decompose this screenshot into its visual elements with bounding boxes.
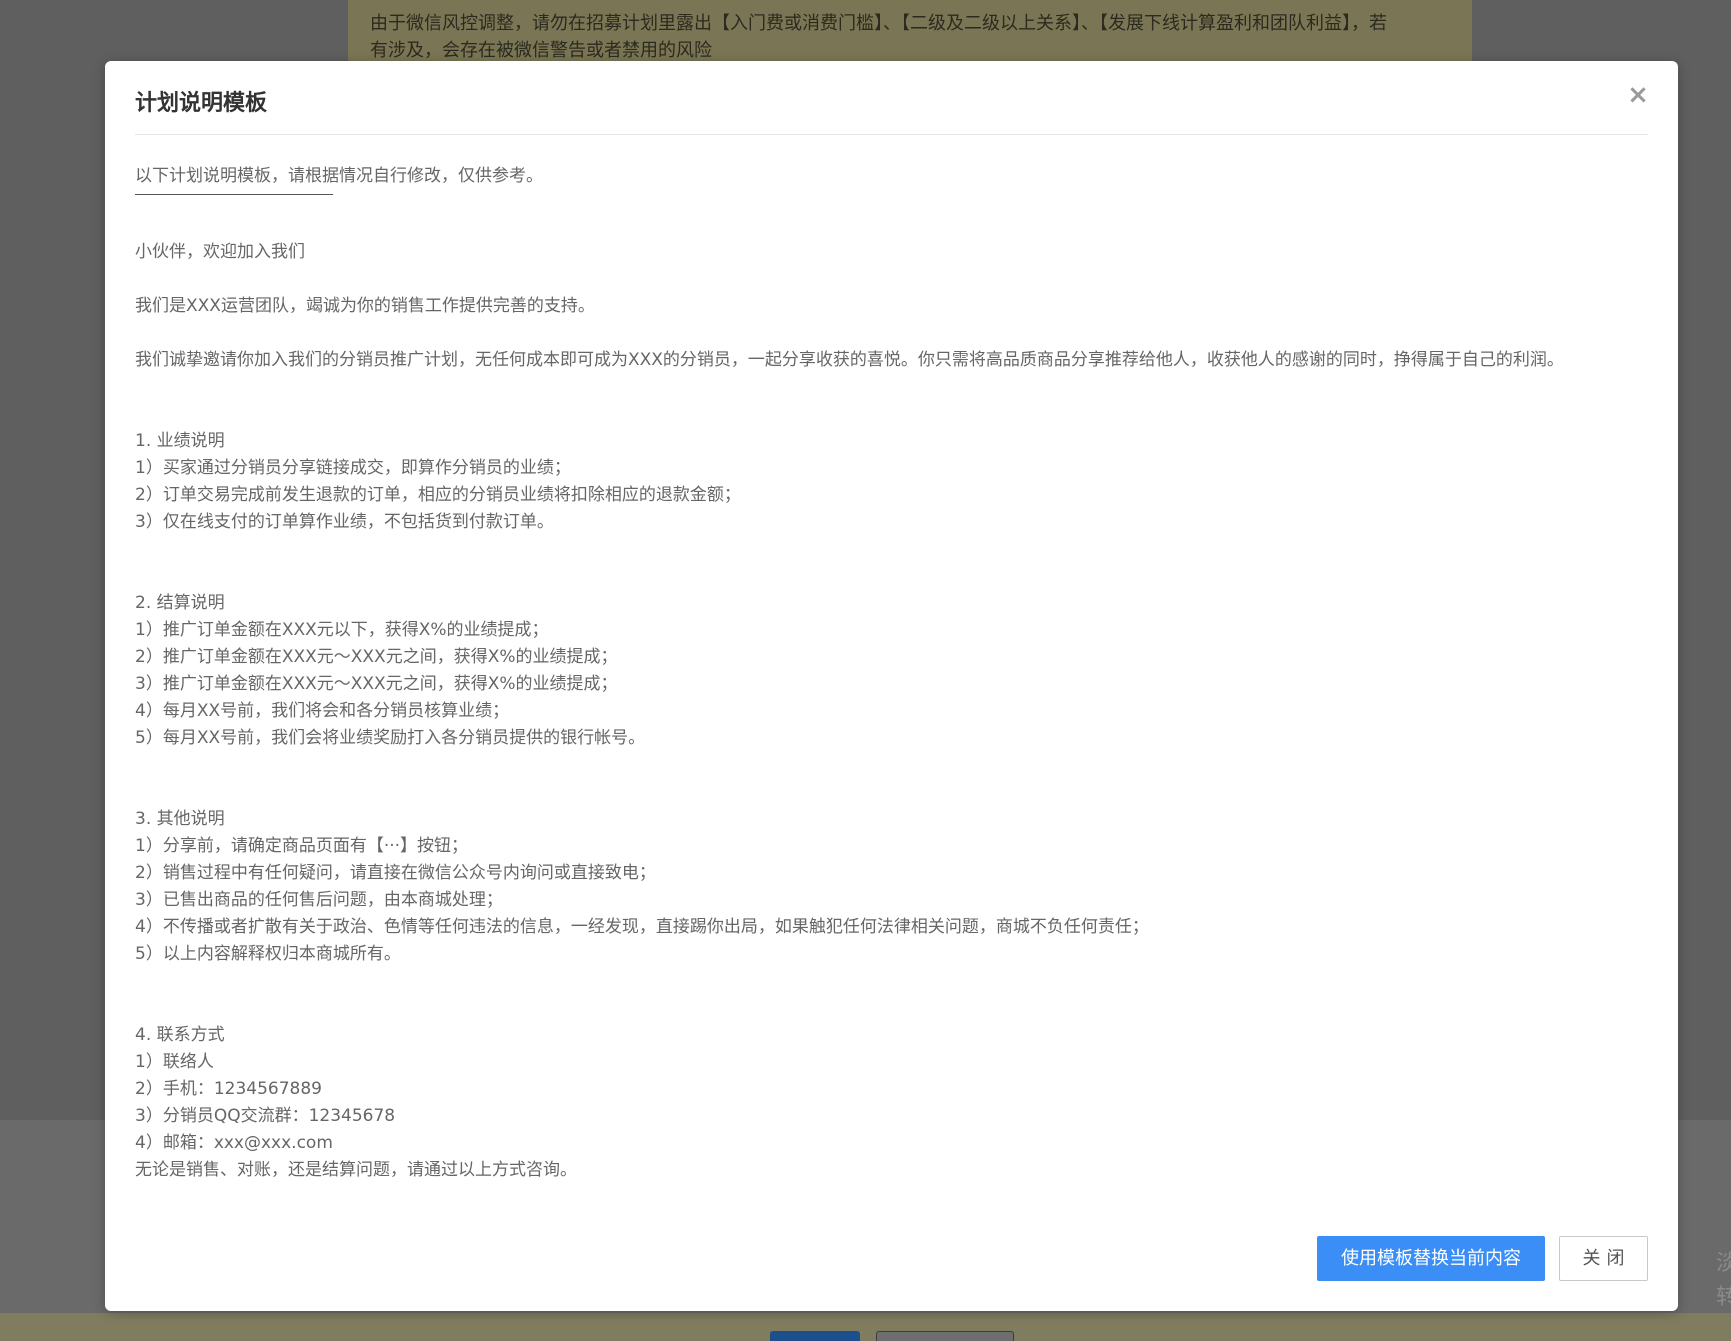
modal-title: 计划说明模板	[135, 91, 268, 116]
list-item: 4）邮箱：xxx@xxx.com	[135, 1133, 333, 1153]
background-warning-notice: 由于微信风控调整，请勿在招募计划里露出【入门费或消费门槛】、【二级及二级以上关系…	[348, 0, 1472, 70]
section-performance: 1. 业绩说明 1）买家通过分销员分享链接成交，即算作分销员的业绩； 2）订单交…	[135, 428, 1650, 536]
list-item: 2）手机：1234567889	[135, 1079, 322, 1099]
section-heading: 1. 业绩说明	[135, 431, 225, 451]
section-heading: 3. 其他说明	[135, 809, 225, 829]
list-item: 5）每月XX号前，我们会将业绩奖励打入各分销员提供的银行帐号。	[135, 728, 646, 748]
background-secondary-button	[876, 1331, 1014, 1341]
close-button[interactable]: 关闭	[1559, 1236, 1648, 1281]
section-heading: 2. 结算说明	[135, 593, 225, 613]
list-item: 1）推广订单金额在XXX元以下，获得X%的业绩提成；	[135, 620, 549, 640]
close-icon[interactable]: ×	[1626, 81, 1650, 109]
background-side-text: 淡 转	[1716, 1247, 1731, 1315]
list-item: 4）不传播或者扩散有关于政治、色情等任何违法的信息，一经发现，直接踢你出局，如果…	[135, 917, 1149, 937]
list-item: 1）分享前，请确定商品页面有【···】按钮；	[135, 836, 469, 856]
list-item: 2）销售过程中有任何疑问，请直接在微信公众号内询问或直接致电；	[135, 863, 656, 883]
background-side-char-2: 转	[1716, 1285, 1731, 1310]
modal-body: 以下计划说明模板，请根据情况自行修改，仅供参考。 小伙伴，欢迎加入我们 我们是X…	[135, 163, 1650, 1184]
list-item: 3）推广订单金额在XXX元～XXX元之间，获得X%的业绩提成；	[135, 674, 618, 694]
section-heading: 4. 联系方式	[135, 1025, 225, 1045]
background-notice-line-1: 由于微信风控调整，请勿在招募计划里露出【入门费或消费门槛】、【二级及二级以上关系…	[370, 13, 1387, 34]
background-side-char-1: 淡	[1716, 1251, 1731, 1276]
list-item: 5）以上内容解释权归本商城所有。	[135, 944, 401, 964]
background-notice-line-2: 有涉及，会存在被微信警告或者禁用的风险	[370, 40, 712, 61]
background-footer-strip	[0, 1313, 1731, 1341]
list-item: 无论是销售、对账，还是结算问题，请通过以上方式咨询。	[135, 1160, 577, 1180]
list-item: 3）已售出商品的任何售后问题，由本商城处理；	[135, 890, 503, 910]
section-settlement: 2. 结算说明 1）推广订单金额在XXX元以下，获得X%的业绩提成； 2）推广订…	[135, 590, 1650, 752]
list-item: 3）仅在线支付的订单算作业绩，不包括货到付款订单。	[135, 512, 554, 532]
section-other: 3. 其他说明 1）分享前，请确定商品页面有【···】按钮； 2）销售过程中有任…	[135, 806, 1650, 968]
invite-text: 我们诚挚邀请你加入我们的分销员推广计划，无任何成本即可成为XXX的分销员，一起分…	[135, 350, 1564, 370]
modal-header: 计划说明模板 ×	[135, 61, 1650, 135]
list-item: 2）订单交易完成前发生退款的订单，相应的分销员业绩将扣除相应的退款金额；	[135, 485, 741, 505]
section-contact: 4. 联系方式 1）联络人 2）手机：1234567889 3）分销员QQ交流群…	[135, 1022, 1650, 1184]
list-item: 1）联络人	[135, 1052, 214, 1072]
apply-template-button[interactable]: 使用模板替换当前内容	[1317, 1236, 1545, 1281]
list-item: 3）分销员QQ交流群：12345678	[135, 1106, 396, 1126]
plan-template-modal: 计划说明模板 × 以下计划说明模板，请根据情况自行修改，仅供参考。 小伙伴，欢迎…	[105, 61, 1678, 1311]
greeting-text: 小伙伴，欢迎加入我们	[135, 242, 305, 262]
intro-text: 以下计划说明模板，请根据情况自行修改，仅供参考。	[135, 166, 543, 186]
list-item: 4）每月XX号前，我们将会和各分销员核算业绩；	[135, 701, 510, 721]
background-save-button	[770, 1331, 860, 1341]
team-text: 我们是XXX运营团队，竭诚为你的销售工作提供完善的支持。	[135, 296, 595, 316]
list-item: 1）买家通过分销员分享链接成交，即算作分销员的业绩；	[135, 458, 571, 478]
list-item: 2）推广订单金额在XXX元～XXX元之间，获得X%的业绩提成；	[135, 647, 618, 667]
